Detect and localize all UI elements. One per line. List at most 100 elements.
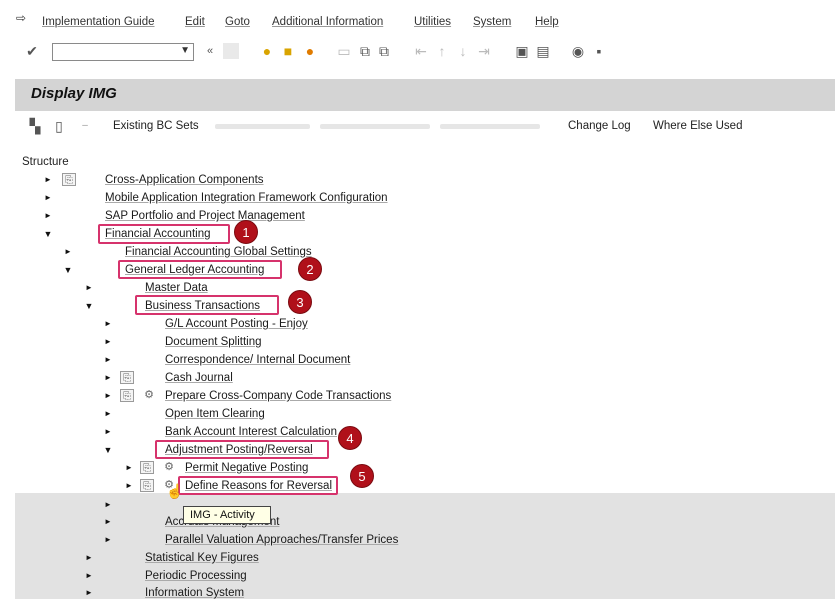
tree-node-business-transactions[interactable]: ▼ Business Transactions — [0, 297, 835, 315]
menu-help[interactable]: Help — [535, 16, 559, 28]
print-icon[interactable]: ▭ — [336, 43, 352, 59]
tree-node-label[interactable]: Cross-Application Components — [105, 171, 264, 189]
collapse-icon[interactable]: ▼ — [63, 261, 73, 279]
collapse-icon[interactable]: ▼ — [43, 225, 53, 243]
expand-icon[interactable]: ► — [84, 549, 94, 567]
expand-icon[interactable]: ► — [124, 477, 134, 495]
tree-node[interactable]: ► Statistical Key Figures — [0, 549, 835, 567]
documentation-icon[interactable]: ⎘ — [140, 461, 154, 474]
tree-node-label[interactable]: Information System — [145, 584, 244, 602]
help-icon[interactable]: ◉ — [570, 43, 586, 59]
menu-edit[interactable]: Edit — [185, 16, 205, 28]
expand-icon[interactable]: ► — [43, 189, 53, 207]
where-else-used-button[interactable]: Where Else Used — [653, 120, 742, 132]
tree-node[interactable]: ► ⎘ ⚙ Permit Negative Posting — [0, 459, 835, 477]
tree-node[interactable]: ► Correspondence/ Internal Document — [0, 351, 835, 369]
tree-node[interactable]: ► ⎘ Cross-Application Components — [0, 171, 835, 189]
tree-node-label[interactable]: Permit Negative Posting — [185, 459, 308, 477]
tree-node[interactable]: ► G/L Account Posting - Enjoy — [0, 315, 835, 333]
tree-node-label[interactable]: Financial Accounting Global Settings — [125, 243, 312, 261]
execute-icon[interactable]: ⚙ — [162, 461, 176, 474]
expand-icon[interactable]: ► — [103, 333, 113, 351]
cancel-icon[interactable]: ● — [302, 43, 318, 59]
tree-node-label[interactable]: Open Item Clearing — [165, 405, 265, 423]
menu-system[interactable]: System — [473, 16, 511, 28]
expand-icon[interactable]: ► — [103, 315, 113, 333]
tree-node[interactable]: ► Mobile Application Integration Framewo… — [0, 189, 835, 207]
collapse-icon[interactable]: ▼ — [84, 297, 94, 315]
expand-icon[interactable]: ► — [103, 387, 113, 405]
expand-icon[interactable]: ► — [84, 567, 94, 585]
tree-node-label[interactable]: Cash Journal — [165, 369, 233, 387]
tree-node[interactable]: ► Open Item Clearing — [0, 405, 835, 423]
exit-icon[interactable]: ■ — [280, 43, 296, 59]
tree-node[interactable]: ► Master Data — [0, 279, 835, 297]
expand-icon[interactable]: ► — [43, 207, 53, 225]
expand-icon[interactable]: ► — [103, 531, 113, 549]
find-next-icon[interactable]: ⧉ — [376, 43, 392, 59]
shortcut-icon[interactable]: ▤ — [535, 43, 551, 59]
next-page-icon[interactable]: ↓ — [455, 43, 471, 59]
previous-page-icon[interactable]: ↑ — [434, 43, 450, 59]
tree-node-label[interactable]: SAP Portfolio and Project Management — [105, 207, 305, 225]
expand-icon[interactable]: ► — [124, 459, 134, 477]
tree-node-label[interactable]: Mobile Application Integration Framework… — [105, 189, 388, 207]
expand-icon[interactable]: ► — [43, 171, 53, 189]
tree-node[interactable]: ► Accruals Management — [0, 513, 835, 531]
tree-node-define-reasons-for-reversal[interactable]: ► ⎘ ⚙ Define Reasons for Reversal — [0, 477, 835, 495]
tree-node[interactable]: ► Periodic Processing — [0, 567, 835, 585]
save-icon[interactable] — [223, 43, 239, 59]
new-session-icon[interactable]: ▣ — [514, 43, 530, 59]
command-field[interactable]: ▼ — [52, 43, 194, 61]
tree-node[interactable]: ► ⎘ ⚙ Prepare Cross-Company Code Transac… — [0, 387, 835, 405]
tree-node[interactable]: ► ⎘ Cash Journal — [0, 369, 835, 387]
expand-icon[interactable]: ► — [103, 405, 113, 423]
tree-node[interactable]: ► Document Splitting — [0, 333, 835, 351]
collapse-icon[interactable]: ▯ — [51, 118, 67, 134]
expand-all-icon[interactable]: ▚ — [27, 118, 43, 134]
find-icon[interactable]: ⧉ — [357, 43, 373, 59]
tree-node-label[interactable]: G/L Account Posting - Enjoy — [165, 315, 308, 333]
tree-node-label[interactable]: Correspondence/ Internal Document — [165, 351, 350, 369]
layout-icon[interactable]: ▪ — [591, 43, 607, 59]
first-page-icon[interactable]: ⇤ — [413, 43, 429, 59]
documentation-icon[interactable]: ⎘ — [120, 371, 134, 384]
expand-icon[interactable]: ► — [103, 351, 113, 369]
expand-icon[interactable]: ► — [103, 423, 113, 441]
expand-icon[interactable]: ► — [103, 496, 113, 514]
tree-node-label[interactable]: Periodic Processing — [145, 567, 247, 585]
execute-icon[interactable]: ⚙ — [142, 389, 156, 402]
menu-exit-icon[interactable]: ⇨ — [16, 11, 26, 25]
expand-icon[interactable]: ► — [84, 584, 94, 602]
back-icon[interactable]: ● — [259, 43, 275, 59]
tree-node-label[interactable]: Bank Account Interest Calculation — [165, 423, 337, 441]
expand-icon[interactable]: ► — [84, 279, 94, 297]
tree-node-label[interactable]: Parallel Valuation Approaches/Transfer P… — [165, 531, 398, 549]
tree-node[interactable]: ► — [0, 496, 835, 514]
documentation-icon[interactable]: ⎘ — [120, 389, 134, 402]
menu-utilities[interactable]: Utilities — [414, 16, 451, 28]
tree-node[interactable]: ► Parallel Valuation Approaches/Transfer… — [0, 531, 835, 549]
change-log-button[interactable]: Change Log — [568, 120, 631, 132]
enter-icon[interactable]: ✔ — [24, 43, 40, 59]
documentation-icon[interactable]: ⎘ — [62, 173, 76, 186]
tree-node[interactable]: ► SAP Portfolio and Project Management — [0, 207, 835, 225]
tree-node-label[interactable]: Document Splitting — [165, 333, 262, 351]
chevron-down-icon[interactable]: ▼ — [180, 45, 190, 56]
history-icon[interactable]: « — [202, 43, 218, 59]
last-page-icon[interactable]: ⇥ — [476, 43, 492, 59]
menu-goto[interactable]: Goto — [225, 16, 250, 28]
collapse-icon[interactable]: ▼ — [103, 441, 113, 459]
tree-node-adjustment-posting[interactable]: ▼ Adjustment Posting/Reversal — [0, 441, 835, 459]
menu-implementation-guide[interactable]: Implementation Guide — [42, 16, 155, 28]
expand-icon[interactable]: ► — [103, 513, 113, 531]
expand-icon[interactable]: ► — [63, 243, 73, 261]
tree-node[interactable]: ► Bank Account Interest Calculation — [0, 423, 835, 441]
expand-icon[interactable]: ► — [103, 369, 113, 387]
tree-node[interactable]: ► Information System — [0, 584, 835, 602]
menu-additional-information[interactable]: Additional Information — [272, 16, 383, 28]
tree-node-label[interactable]: Prepare Cross-Company Code Transactions — [165, 387, 391, 405]
documentation-icon[interactable]: ⎘ — [140, 479, 154, 492]
tree-node[interactable]: ► Financial Accounting Global Settings — [0, 243, 835, 261]
existing-bc-sets-button[interactable]: Existing BC Sets — [113, 120, 199, 132]
